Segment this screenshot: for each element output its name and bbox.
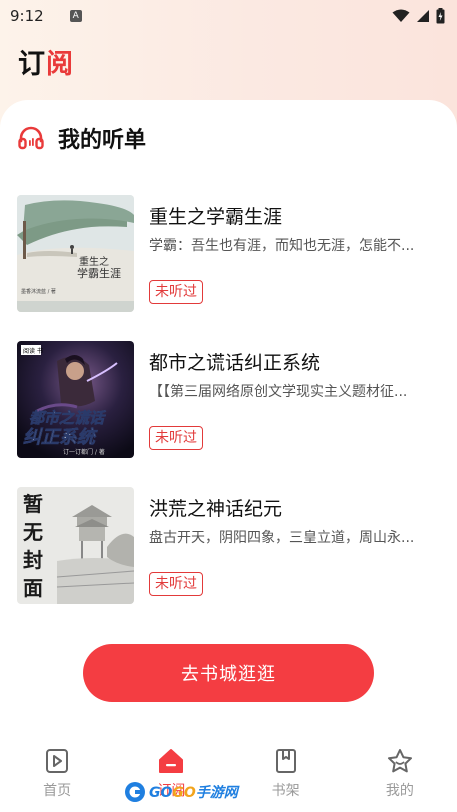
signal-icon bbox=[417, 10, 429, 22]
status-time: 9:12 bbox=[10, 7, 44, 25]
home-icon bbox=[46, 749, 69, 773]
page-title-part1: 订 bbox=[18, 49, 46, 80]
book-item[interactable]: 暂 无 封 面 洪荒之神话纪元 盘古开天，阴阳四象，三皇立道，周山永... 未听… bbox=[17, 487, 437, 605]
battery-icon bbox=[436, 8, 445, 24]
bookshelf-icon bbox=[275, 749, 296, 773]
tab-label: 我的 bbox=[385, 783, 414, 799]
book-desc: 盘古开天，阴阳四象，三皇立道，周山永... bbox=[149, 530, 415, 546]
page-title-part2: 阅 bbox=[46, 49, 74, 80]
cover-title-1: 都市之谎话 bbox=[29, 409, 106, 427]
tab-label: 书架 bbox=[271, 783, 300, 799]
book-item[interactable]: 重生之 学霸生涯 墨香沐流蓝 / 著 重生之学霸生涯 学霸：吾生也有涯，而知也无… bbox=[17, 195, 437, 313]
tab-bookshelf[interactable]: 书架 bbox=[229, 740, 343, 812]
cover-title-char-4: 面 bbox=[23, 576, 43, 600]
book-title[interactable]: 都市之谎话纠正系统 bbox=[149, 348, 320, 375]
book-cover[interactable]: 暂 无 封 面 bbox=[17, 487, 134, 604]
book-title[interactable]: 洪荒之神话纪元 bbox=[149, 494, 282, 521]
wifi-icon bbox=[392, 9, 410, 22]
page-title: 订阅 bbox=[18, 42, 74, 81]
section-title: 我的听单 bbox=[58, 128, 147, 153]
book-cover[interactable]: 阅读 书 都市之谎话 纠正系统 订一订都门 / 著 bbox=[17, 341, 134, 458]
cover-badge: 阅读 书 bbox=[23, 347, 43, 355]
section-header: 我的听单 bbox=[18, 122, 146, 154]
book-cover[interactable]: 重生之 学霸生涯 墨香沐流蓝 / 著 bbox=[17, 195, 134, 312]
tab-mine[interactable]: 我的 bbox=[343, 740, 457, 812]
notification-icon: A bbox=[69, 10, 82, 22]
status-bar: 9:12 A bbox=[0, 0, 457, 32]
headphones-icon bbox=[18, 126, 44, 150]
cover-title-char-1: 暂 bbox=[23, 492, 43, 516]
watermark-text: GOGO手游网 bbox=[149, 782, 238, 802]
cover-art: 阅读 书 都市之谎话 纠正系统 订一订都门 / 著 bbox=[17, 341, 134, 458]
watermark-text-b: GO bbox=[172, 785, 196, 801]
watermark-logo-icon bbox=[125, 782, 145, 802]
book-item[interactable]: 阅读 书 都市之谎话 纠正系统 订一订都门 / 著 都市之谎话纠正系统 【【第三… bbox=[17, 341, 437, 459]
book-desc: 学霸：吾生也有涯，而知也无涯，怎能不... bbox=[149, 238, 415, 254]
status-badge: 未听过 bbox=[149, 426, 203, 450]
cover-author: 订一订都门 / 著 bbox=[63, 448, 105, 456]
watermark-text-a: GO bbox=[149, 785, 173, 801]
go-to-bookstore-button[interactable]: 去书城逛逛 bbox=[83, 644, 374, 702]
cover-title-char-3: 封 bbox=[23, 548, 43, 572]
watermark: GOGO手游网 bbox=[124, 780, 238, 804]
cover-art: 重生之 学霸生涯 墨香沐流蓝 / 著 bbox=[17, 195, 134, 312]
cover-title-char-2: 无 bbox=[23, 520, 43, 544]
tab-home[interactable]: 首页 bbox=[0, 740, 114, 812]
status-badge: 未听过 bbox=[149, 572, 203, 596]
cover-title-2: 纠正系统 bbox=[23, 427, 98, 448]
subscribe-icon bbox=[159, 749, 184, 773]
cover-art: 暂 无 封 面 bbox=[17, 487, 134, 604]
star-icon bbox=[387, 749, 412, 773]
book-desc: 【【第三届网络原创文学现实主义题材征... bbox=[149, 384, 408, 400]
book-title[interactable]: 重生之学霸生涯 bbox=[149, 202, 282, 229]
cover-author: 墨香沐流蓝 / 著 bbox=[21, 288, 56, 295]
status-badge: 未听过 bbox=[149, 280, 203, 304]
watermark-text-c: 手游网 bbox=[195, 785, 238, 801]
tab-label: 首页 bbox=[43, 783, 72, 799]
cover-title-2: 学霸生涯 bbox=[77, 266, 121, 280]
